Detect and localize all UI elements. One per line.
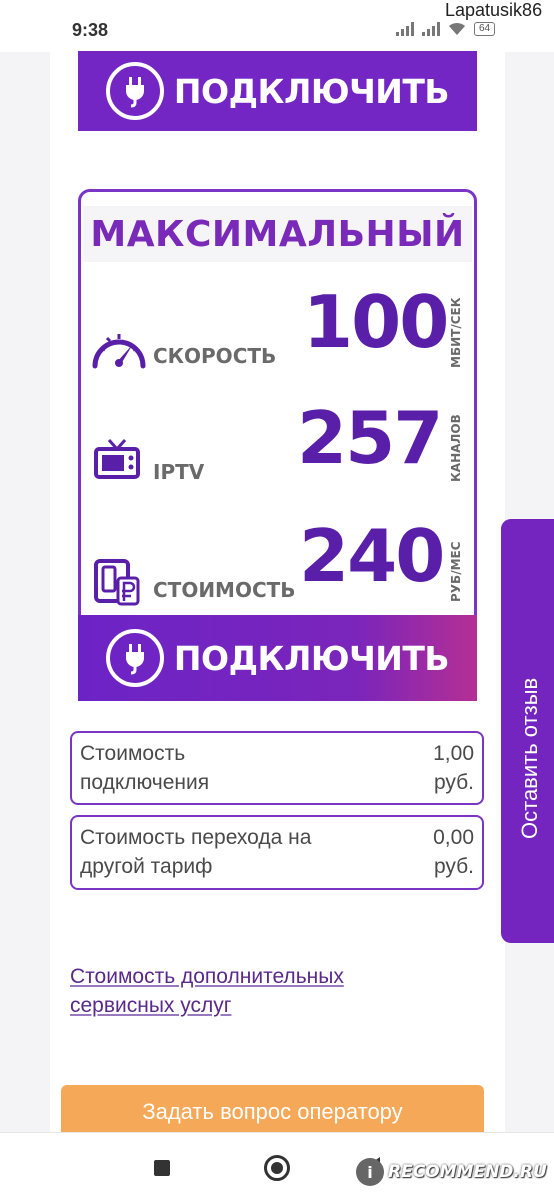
- leave-review-label: Оставить отзыв: [517, 677, 542, 839]
- metric-speed-label: СКОРОСТЬ: [153, 344, 277, 368]
- metric-speed-value: 100: [303, 280, 449, 364]
- additional-services-link[interactable]: Стоимость дополнительных сервисных услуг: [70, 962, 450, 1020]
- fee-label-line: Стоимость перехода на: [80, 826, 312, 849]
- wifi-icon: [449, 22, 465, 35]
- battery-icon: 64: [474, 22, 496, 36]
- metric-iptv-unit: КАНАЛОВ: [449, 414, 463, 482]
- watermark: i RECOMMEND.RU: [356, 1158, 547, 1186]
- fee-value-line: 0,00: [433, 826, 474, 849]
- recommend-logo-icon: i: [356, 1158, 384, 1186]
- wallet-ruble-icon: [94, 559, 140, 606]
- fee-value: 0,00 руб.: [433, 823, 474, 881]
- fee-label-line: подключения: [80, 771, 210, 794]
- metric-iptv-value: 257: [297, 396, 443, 480]
- metric-speed: СКОРОСТЬ 100 МБИТ/СЕК: [81, 280, 474, 398]
- connect-button-label: ПОДКЛЮЧИТЬ: [173, 638, 450, 678]
- tariff-name: МАКСИМАЛЬНЫЙ: [90, 214, 465, 255]
- signal-icon-2: [422, 22, 440, 36]
- metric-iptv-label: IPTV: [153, 460, 205, 484]
- fee-label: Стоимость подключения: [80, 739, 209, 797]
- fee-value: 1,00 руб.: [433, 739, 474, 797]
- username-overlay: Lapatusik86: [441, 0, 547, 21]
- metric-cost-value: 240: [299, 514, 445, 598]
- connect-button-bottom[interactable]: ПОДКЛЮЧИТЬ: [78, 615, 477, 701]
- signal-icon: [396, 22, 414, 36]
- speedometer-icon: [92, 334, 146, 369]
- watermark-text: RECOMMEND.RU: [388, 1162, 547, 1182]
- home-icon[interactable]: [264, 1155, 290, 1181]
- fee-label: Стоимость перехода на другой тариф: [80, 823, 311, 881]
- metric-speed-unit: МБИТ/СЕК: [449, 297, 463, 368]
- status-time: 9:38: [72, 20, 109, 40]
- tv-icon: [94, 439, 140, 479]
- plug-icon: [105, 629, 164, 687]
- plug-icon: [105, 62, 164, 120]
- fee-value-line: 1,00: [433, 742, 474, 765]
- recent-apps-icon[interactable]: [154, 1160, 170, 1176]
- services-link-line: Стоимость дополнительных: [70, 965, 344, 988]
- fee-card-connection: Стоимость подключения 1,00 руб.: [70, 731, 484, 805]
- status-bar: 9:38 64 Lapatusik86: [0, 0, 554, 52]
- connect-button-top[interactable]: ПОДКЛЮЧИТЬ: [78, 51, 477, 131]
- fee-value-line: руб.: [433, 771, 474, 794]
- metric-cost-unit: РУБ/МЕС: [449, 541, 463, 602]
- fee-value-line: руб.: [433, 855, 474, 878]
- services-link-line: сервисных услуг: [70, 994, 232, 1017]
- connect-button-label: ПОДКЛЮЧИТЬ: [173, 71, 450, 111]
- metric-cost-label: СТОИМОСТЬ: [153, 578, 296, 602]
- fee-label-line: Стоимость: [80, 742, 186, 765]
- status-icons: 64: [396, 22, 496, 36]
- fee-label-line: другой тариф: [80, 855, 213, 878]
- fee-card-tariff-change: Стоимость перехода на другой тариф 0,00 …: [70, 815, 484, 890]
- metric-iptv: IPTV 257 КАНАЛОВ: [81, 396, 474, 514]
- leave-review-tab[interactable]: Оставить отзыв: [501, 519, 554, 943]
